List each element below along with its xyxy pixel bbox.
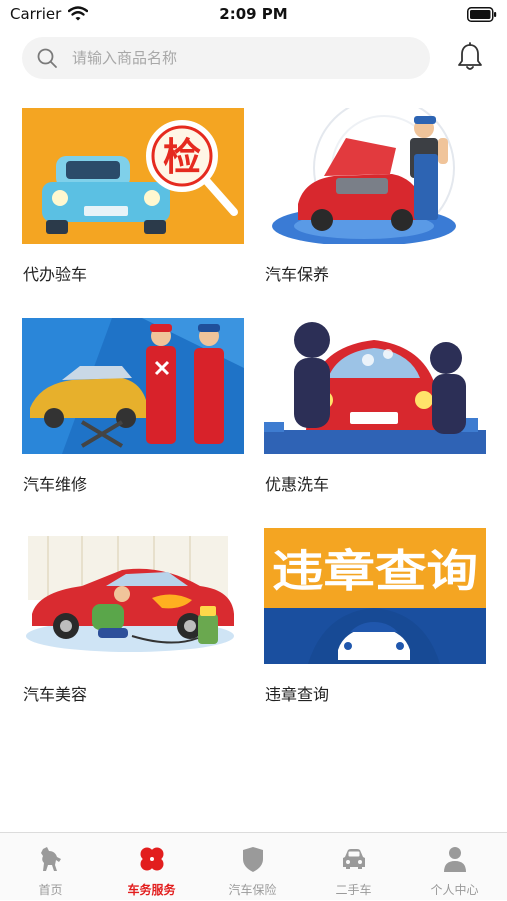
repair-image	[22, 318, 244, 454]
bell-icon[interactable]	[456, 42, 484, 72]
service-label-repair: 汽车维修	[23, 475, 88, 494]
service-label-maintenance: 汽车保养	[265, 265, 330, 284]
inspection-image: 检	[22, 108, 244, 244]
tab-insurance-label: 汽车保险	[228, 883, 277, 897]
service-tile-repair[interactable]: 汽车维修	[22, 318, 244, 494]
service-tile-inspection[interactable]: 检 代办验车	[22, 108, 244, 284]
search-icon	[37, 48, 57, 68]
violation-image-text: 违章查询	[272, 546, 478, 597]
service-label-inspection: 代办验车	[23, 265, 88, 284]
maintenance-image	[264, 108, 486, 244]
search-input[interactable]	[72, 37, 412, 79]
tab-home-label: 首页	[38, 883, 63, 897]
violation-image: 违章查询	[264, 528, 486, 664]
tab-profile-label: 个人中心	[430, 883, 479, 897]
tab-home[interactable]: 首页	[0, 833, 101, 901]
clock-label: 2:09 PM	[219, 5, 288, 23]
tab-services-label: 车务服务	[127, 883, 176, 897]
service-tile-beauty[interactable]: 汽车美容	[22, 528, 244, 704]
shield-icon	[243, 847, 263, 872]
tab-services[interactable]: 车务服务	[101, 833, 202, 901]
status-bar: Carrier 2:09 PM	[0, 0, 507, 32]
inspection-image-text: 检	[163, 135, 201, 179]
battery-icon	[467, 7, 497, 22]
clover-icon	[140, 847, 164, 871]
search-bar[interactable]	[22, 37, 430, 79]
tab-used-cars[interactable]: 二手车	[303, 833, 404, 901]
service-tile-carwash[interactable]: 优惠洗车	[264, 318, 486, 494]
person-icon	[444, 847, 466, 872]
horse-icon	[41, 847, 61, 871]
carwash-image	[264, 318, 486, 454]
tab-used-cars-label: 二手车	[335, 883, 372, 897]
tab-insurance[interactable]: 汽车保险	[202, 833, 303, 901]
service-tile-maintenance[interactable]: 汽车保养	[264, 108, 486, 284]
service-label-carwash: 优惠洗车	[265, 475, 330, 494]
car-icon	[343, 849, 365, 869]
tab-profile[interactable]: 个人中心	[404, 833, 505, 901]
service-label-beauty: 汽车美容	[23, 685, 88, 704]
service-tile-violation[interactable]: 违章查询 违章查询	[264, 528, 486, 704]
service-label-violation: 违章查询	[265, 685, 330, 704]
tab-bar: 首页 车务服务 汽车保险 二手车 个人中心	[0, 832, 507, 900]
beauty-image	[22, 528, 244, 664]
